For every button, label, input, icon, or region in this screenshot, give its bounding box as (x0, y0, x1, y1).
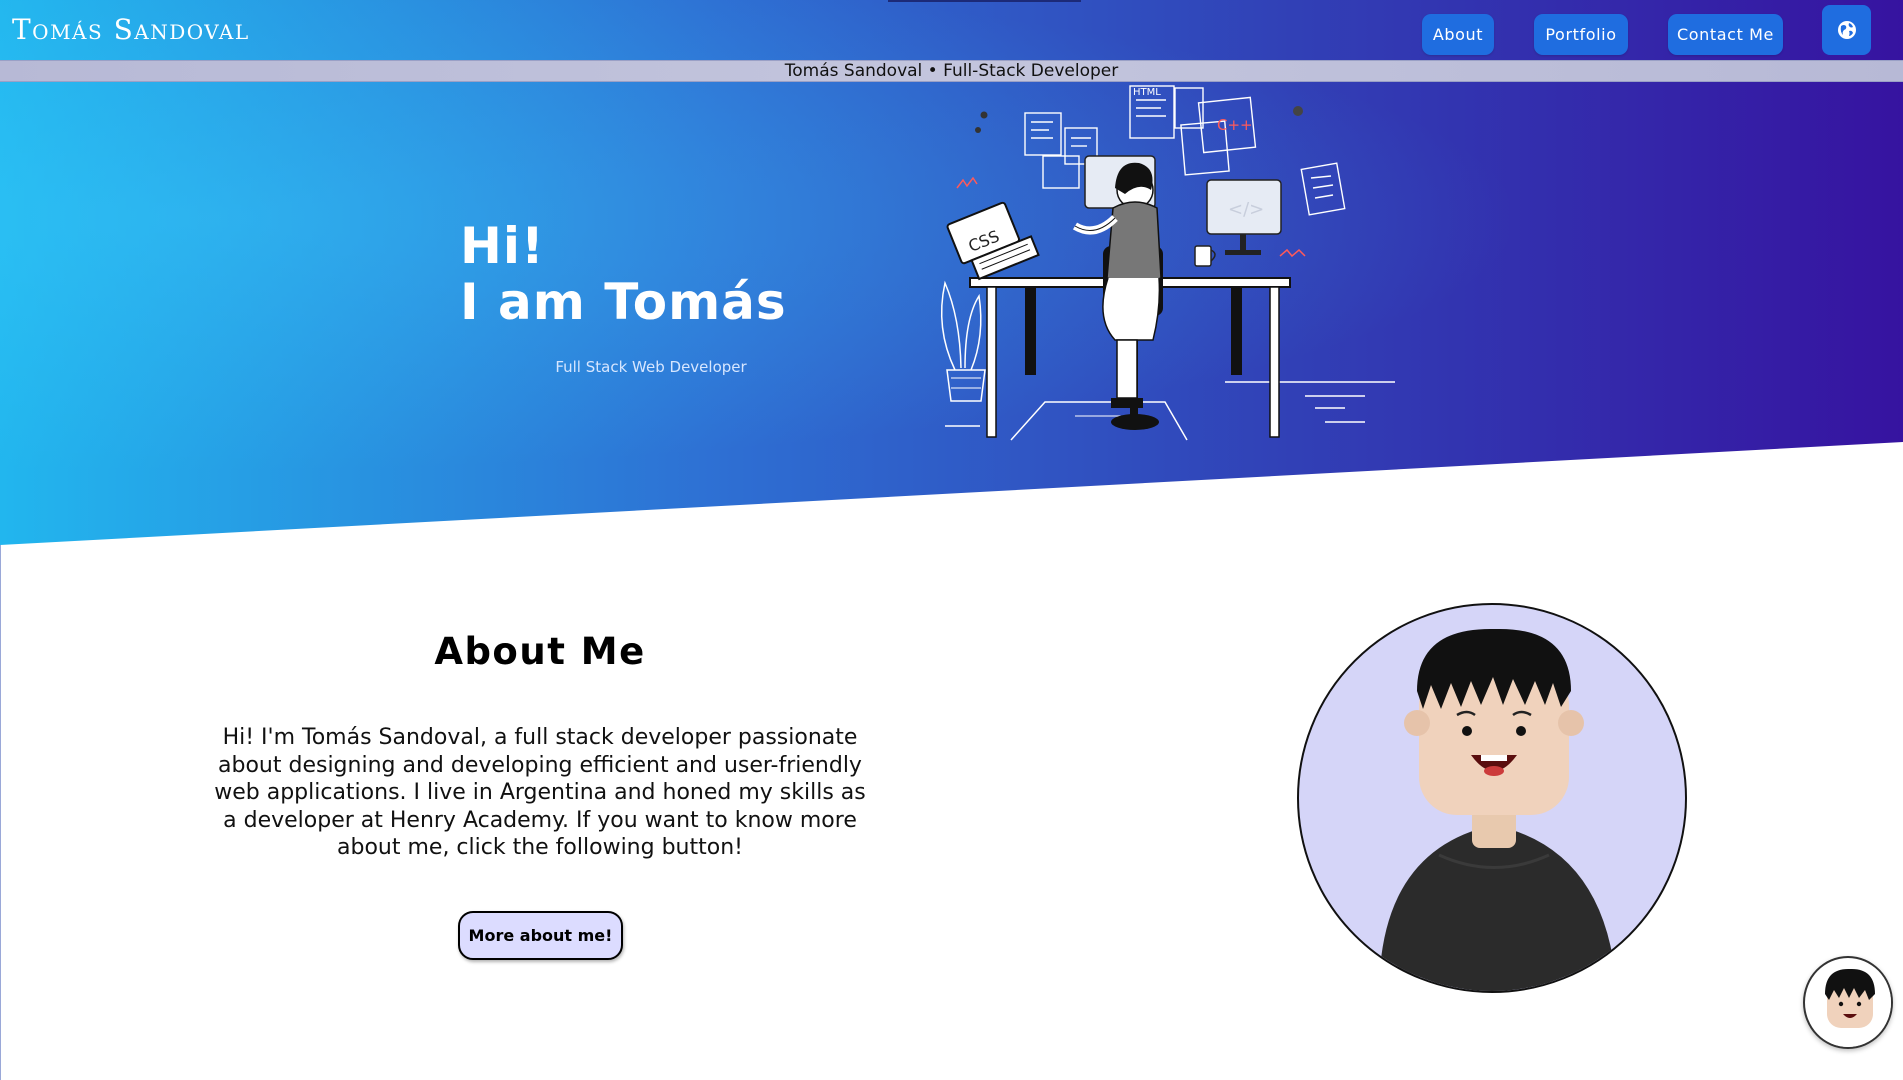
language-button[interactable] (1822, 5, 1871, 55)
nav-about-button[interactable]: About (1422, 14, 1494, 55)
html-doc-label: HTML (1133, 87, 1161, 98)
globe-icon (1837, 21, 1856, 39)
chat-avatar-button[interactable] (1803, 956, 1893, 1049)
hero-intro: I am Tomás (460, 273, 787, 331)
code-tag-label: </> (1228, 199, 1264, 220)
cpp-doc-label: C++ (1217, 116, 1253, 134)
hero-greeting: Hi! (460, 217, 545, 275)
profile-avatar (1297, 603, 1687, 993)
marquee-text: Tomás Sandoval • Full-Stack Developer (784, 61, 1119, 81)
developer-illustration: HTML C++ </> CSS (940, 85, 1395, 441)
about-heading: About Me (434, 630, 646, 673)
nav-contact-button[interactable]: Contact Me (1668, 14, 1783, 55)
marquee-bar: Tomás Sandoval • Full-Stack Developer (0, 60, 1903, 82)
hero-title: Hi! I am Tomás (460, 218, 787, 330)
navbar: Tomás Sandoval About Portfolio Contact M… (0, 0, 1903, 60)
more-about-me-button[interactable]: More about me! (458, 911, 623, 960)
page-left-border (0, 545, 1, 1080)
nav-portfolio-button[interactable]: Portfolio (1534, 14, 1628, 55)
hero-subtitle: Full Stack Web Developer (555, 358, 747, 376)
brand-logo[interactable]: Tomás Sandoval (12, 10, 250, 50)
about-paragraph: Hi! I'm Tomás Sandoval, a full stack dev… (214, 725, 866, 860)
